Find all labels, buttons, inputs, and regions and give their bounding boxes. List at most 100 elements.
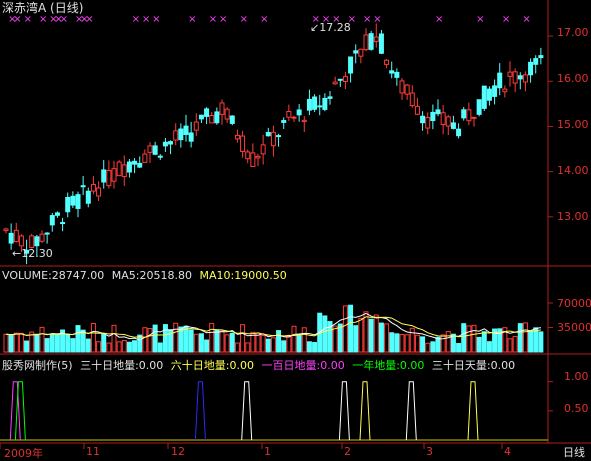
volume-bar bbox=[389, 332, 395, 353]
volume-bar bbox=[137, 334, 143, 353]
volume-bar bbox=[270, 337, 276, 353]
panel-frames bbox=[0, 0, 591, 449]
chart-canvas[interactable]: ×× × × ××× ××× × × × × × × × × × × × × × × × × × × bbox=[0, 0, 591, 461]
candle-body bbox=[394, 71, 400, 78]
volume-bars[interactable] bbox=[3, 304, 544, 353]
x-tick-4: 4 bbox=[504, 445, 511, 458]
candle-body bbox=[306, 98, 312, 111]
signal-marker: × bbox=[13, 14, 21, 25]
volume-bar bbox=[106, 342, 112, 353]
price-tick-17: 17.00 bbox=[557, 26, 589, 39]
candle-body bbox=[291, 116, 297, 119]
volume-bar bbox=[353, 325, 359, 353]
candle-body bbox=[281, 120, 287, 123]
indicator-30d-high: 三十日天量:0.00 bbox=[431, 359, 516, 372]
candle-body bbox=[312, 96, 318, 110]
low-price-marker: ←12.30 bbox=[12, 247, 53, 260]
indicator-tick-0-5: 0.50 bbox=[564, 402, 589, 415]
candle-body bbox=[466, 109, 472, 122]
indicator-60d-low: 六十日地量:0.00 bbox=[170, 359, 254, 372]
volume-bar bbox=[538, 331, 544, 353]
volume-bar bbox=[368, 318, 374, 353]
volume-tick-70000: 70000 bbox=[557, 297, 591, 310]
volume-bar bbox=[85, 338, 91, 353]
volume-bar bbox=[522, 322, 528, 353]
volume-bar bbox=[111, 324, 117, 353]
candle-body bbox=[399, 80, 405, 94]
x-tick-2009: 2009年 bbox=[4, 447, 43, 460]
volume-moving-averages bbox=[5, 312, 541, 341]
period-label[interactable]: 日线 bbox=[563, 444, 585, 460]
volume-bar bbox=[281, 340, 287, 353]
signal-marker: × bbox=[373, 14, 381, 25]
volume-bar bbox=[286, 336, 292, 353]
volume-bar bbox=[147, 328, 153, 353]
candle-body bbox=[270, 131, 276, 147]
candle-body bbox=[342, 76, 348, 83]
candle-body bbox=[49, 215, 55, 226]
candle-body bbox=[409, 92, 415, 107]
indicator-spike bbox=[241, 381, 253, 441]
candle-body bbox=[265, 132, 271, 137]
volume-bar bbox=[425, 342, 431, 353]
volume-bar bbox=[132, 340, 138, 353]
volume-bar bbox=[193, 333, 199, 353]
volume-bar bbox=[481, 331, 487, 353]
x-tick-1: 1 bbox=[264, 445, 271, 458]
candle-body bbox=[178, 128, 184, 141]
volume-bar bbox=[358, 317, 364, 353]
volume-bar bbox=[90, 323, 96, 353]
volume-bar bbox=[157, 342, 163, 353]
candle-body bbox=[29, 235, 35, 248]
volume-bar bbox=[373, 314, 379, 353]
candle-body bbox=[137, 162, 143, 168]
signal-marker: × bbox=[522, 14, 530, 25]
signal-marker: × bbox=[188, 14, 196, 25]
volume-bar bbox=[34, 333, 40, 353]
candle-body bbox=[126, 161, 132, 173]
volume-bar bbox=[126, 341, 132, 353]
candle-body bbox=[173, 130, 179, 141]
volume-bar bbox=[384, 323, 390, 353]
candle-body bbox=[327, 96, 333, 99]
candle-body bbox=[332, 81, 338, 85]
ma10-value: MA10:19000.50 bbox=[199, 269, 287, 282]
volume-bar bbox=[13, 332, 19, 353]
volume-bar bbox=[399, 334, 405, 353]
candle-body bbox=[414, 105, 420, 115]
volume-legend: VOLUME:28747.00 MA5:20518.80 MA10:19000.… bbox=[2, 269, 291, 282]
indicator-spike bbox=[9, 381, 21, 441]
volume-bar bbox=[204, 339, 210, 353]
volume-bar bbox=[234, 342, 240, 353]
volume-bar bbox=[296, 335, 302, 353]
indicator-30d-low: 三十日地量:0.00 bbox=[80, 359, 164, 372]
candle-body bbox=[517, 75, 523, 80]
candle-body bbox=[296, 109, 302, 116]
price-tick-15: 15.00 bbox=[557, 118, 589, 131]
signal-marker: × bbox=[39, 14, 47, 25]
candle-body bbox=[65, 196, 71, 213]
volume-bar bbox=[240, 324, 246, 353]
candle-body bbox=[147, 145, 153, 153]
candle-body bbox=[70, 195, 76, 206]
signal-marker: × bbox=[476, 14, 484, 25]
candle-body bbox=[476, 99, 482, 115]
candle-body bbox=[260, 144, 266, 155]
volume-bar bbox=[142, 327, 148, 353]
signal-marker: × bbox=[240, 14, 248, 25]
candle-body bbox=[162, 141, 168, 147]
indicator-spike bbox=[338, 381, 350, 441]
indicator-tick-1: 1.00 bbox=[564, 370, 589, 383]
volume-bar bbox=[348, 304, 354, 353]
volume-ma10-line bbox=[5, 316, 541, 338]
candlesticks[interactable] bbox=[3, 23, 544, 265]
candle-body bbox=[193, 121, 199, 131]
volume-bar bbox=[3, 333, 9, 353]
volume-bar bbox=[512, 335, 518, 353]
candle-body bbox=[538, 55, 544, 59]
candle-body bbox=[111, 168, 117, 182]
candle-body bbox=[157, 155, 163, 158]
candle-body bbox=[80, 185, 86, 188]
candle-body bbox=[522, 74, 528, 83]
indicator-legend: 股秀网制作(5) 三十日地量:0.00 六十日地量:0.00 一百日地量:0.0… bbox=[2, 359, 519, 372]
